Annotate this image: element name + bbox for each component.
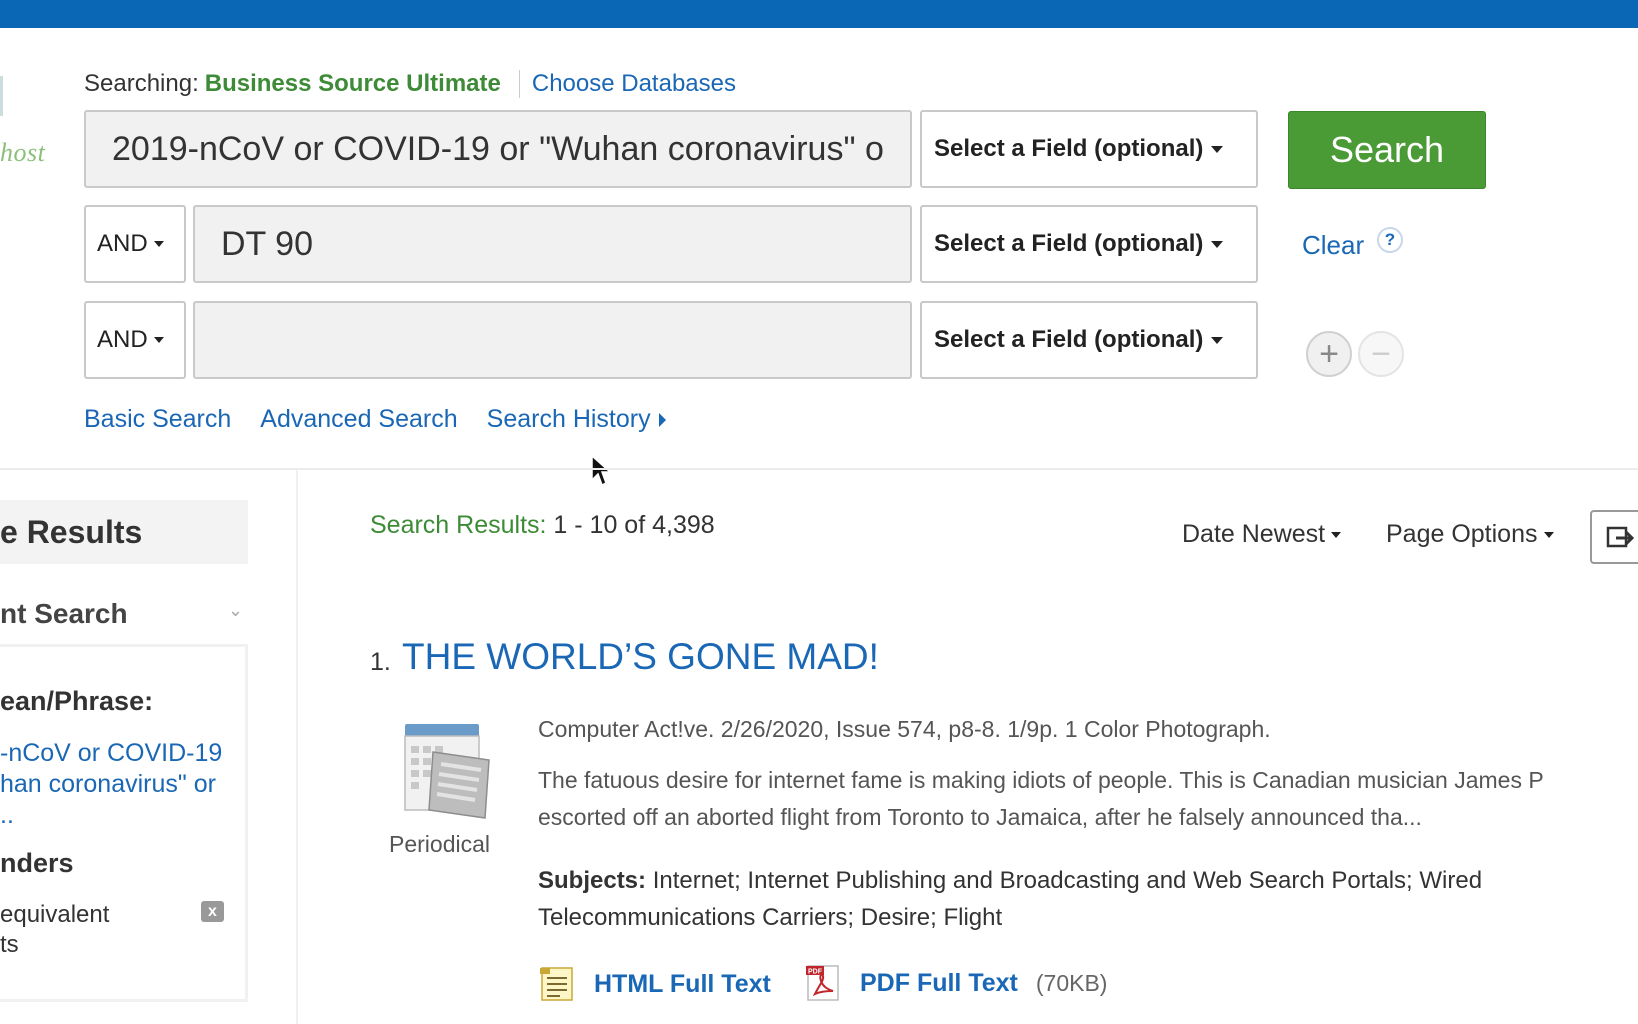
pdf-full-text-label: PDF Full Text — [860, 968, 1018, 997]
advanced-search-link[interactable]: Advanced Search — [260, 405, 457, 434]
field-select-1[interactable]: Select a Field (optional) — [920, 110, 1258, 188]
refine-results-header: e Results — [0, 500, 248, 564]
page-options-button[interactable]: Page Options — [1386, 520, 1554, 549]
caret-right-icon — [658, 413, 666, 428]
sidebar-divider — [296, 470, 298, 1024]
bool-select-3-label: AND — [97, 326, 148, 353]
basic-search-link[interactable]: Basic Search — [84, 405, 231, 434]
expander-item: equivalent ts — [0, 901, 110, 958]
search-input-2-value: DT 90 — [221, 224, 313, 263]
bool-select-3[interactable]: AND — [84, 301, 186, 379]
current-search-heading[interactable]: nt Search — [0, 598, 128, 630]
search-input-2[interactable]: DT 90 — [193, 205, 912, 283]
results-range: 1 - 10 of 4,398 — [553, 511, 715, 539]
searching-line: Searching: Business Source Ultimate Choo… — [84, 70, 736, 98]
help-icon[interactable]: ? — [1377, 227, 1403, 253]
search-links: Basic Search Advanced Search Search Hist… — [84, 405, 666, 434]
ebscohost-logo[interactable]: host — [0, 138, 45, 168]
chevron-down-icon — [153, 241, 164, 247]
divider — [518, 70, 520, 98]
result-number: 1. — [370, 648, 391, 676]
section-divider — [0, 468, 1638, 470]
database-name: Business Source Ultimate — [204, 70, 501, 97]
chevron-down-icon — [1211, 145, 1224, 153]
field-select-3[interactable]: Select a Field (optional) — [920, 301, 1258, 379]
choose-databases-link[interactable]: Choose Databases — [532, 70, 736, 98]
pdf-size: (70KB) — [1035, 969, 1108, 996]
pdf-icon: PDF — [806, 965, 839, 1001]
remove-row-button[interactable]: − — [1358, 331, 1404, 377]
mouse-cursor-icon — [591, 454, 612, 487]
subjects-value[interactable]: Internet; Internet Publishing and Broadc… — [538, 867, 1482, 931]
periodical-icon[interactable] — [403, 722, 495, 826]
logo-edge — [0, 76, 3, 116]
result-subjects: Subjects: Internet; Internet Publishing … — [538, 862, 1538, 936]
periodical-label: Periodical — [389, 831, 490, 857]
sort-select[interactable]: Date Newest — [1182, 520, 1342, 549]
field-select-2-label: Select a Field (optional) — [934, 230, 1204, 257]
bool-select-2-label: AND — [97, 230, 148, 257]
add-row-button[interactable]: + — [1306, 331, 1352, 377]
result-citation: Computer Act!ve. 2/26/2020, Issue 574, p… — [538, 716, 1271, 742]
remove-expander-icon[interactable]: x — [201, 901, 224, 922]
sort-label: Date Newest — [1182, 520, 1326, 548]
search-button[interactable]: Search — [1288, 111, 1486, 189]
search-input-1-value: 2019-nCoV or COVID-19 or "Wuhan coronavi… — [112, 129, 884, 168]
share-icon — [1606, 526, 1635, 548]
top-bar — [0, 0, 1638, 28]
chevron-down-icon — [1331, 532, 1342, 539]
search-input-1[interactable]: 2019-nCoV or COVID-19 or "Wuhan coronavi… — [84, 110, 912, 188]
result-abstract: The fatuous desire for internet fame is … — [538, 767, 1544, 830]
search-input-3[interactable] — [193, 301, 912, 379]
chevron-down-icon — [1211, 240, 1224, 248]
clear-link[interactable]: Clear — [1302, 230, 1364, 261]
page-options-label: Page Options — [1386, 520, 1538, 548]
expanders-label: nders — [0, 848, 74, 878]
html-full-text-link[interactable]: HTML Full Text — [538, 966, 771, 1002]
boolean-phrase-label: ean/Phrase: — [0, 686, 154, 716]
field-select-1-label: Select a Field (optional) — [934, 135, 1204, 162]
chevron-down-icon — [1543, 532, 1554, 539]
pdf-full-text-link[interactable]: PDF PDF Full Text (70KB) — [804, 964, 1107, 1002]
html-full-text-label: HTML Full Text — [594, 969, 771, 998]
field-select-2[interactable]: Select a Field (optional) — [920, 205, 1258, 283]
bool-select-2[interactable]: AND — [84, 205, 186, 283]
subjects-label: Subjects: — [538, 867, 647, 894]
field-select-3-label: Select a Field (optional) — [934, 326, 1204, 353]
result-title-link[interactable]: THE WORLD’S GONE MAD! — [402, 636, 879, 678]
chevron-down-icon — [1211, 336, 1224, 344]
searching-label: Searching: — [84, 70, 199, 97]
results-count: Search Results: 1 - 10 of 4,398 — [370, 511, 715, 540]
search-history-label: Search History — [486, 405, 651, 433]
results-label: Search Results: — [370, 511, 547, 539]
search-history-link[interactable]: Search History — [487, 405, 666, 434]
share-button[interactable] — [1590, 510, 1638, 564]
html-document-icon — [540, 967, 573, 1001]
boolean-phrase-value[interactable]: -nCoV or COVID-19 han coronavirus" or .. — [0, 738, 236, 831]
chevron-down-icon — [153, 337, 164, 343]
chevron-down-icon[interactable]: ⌄ — [228, 600, 243, 621]
